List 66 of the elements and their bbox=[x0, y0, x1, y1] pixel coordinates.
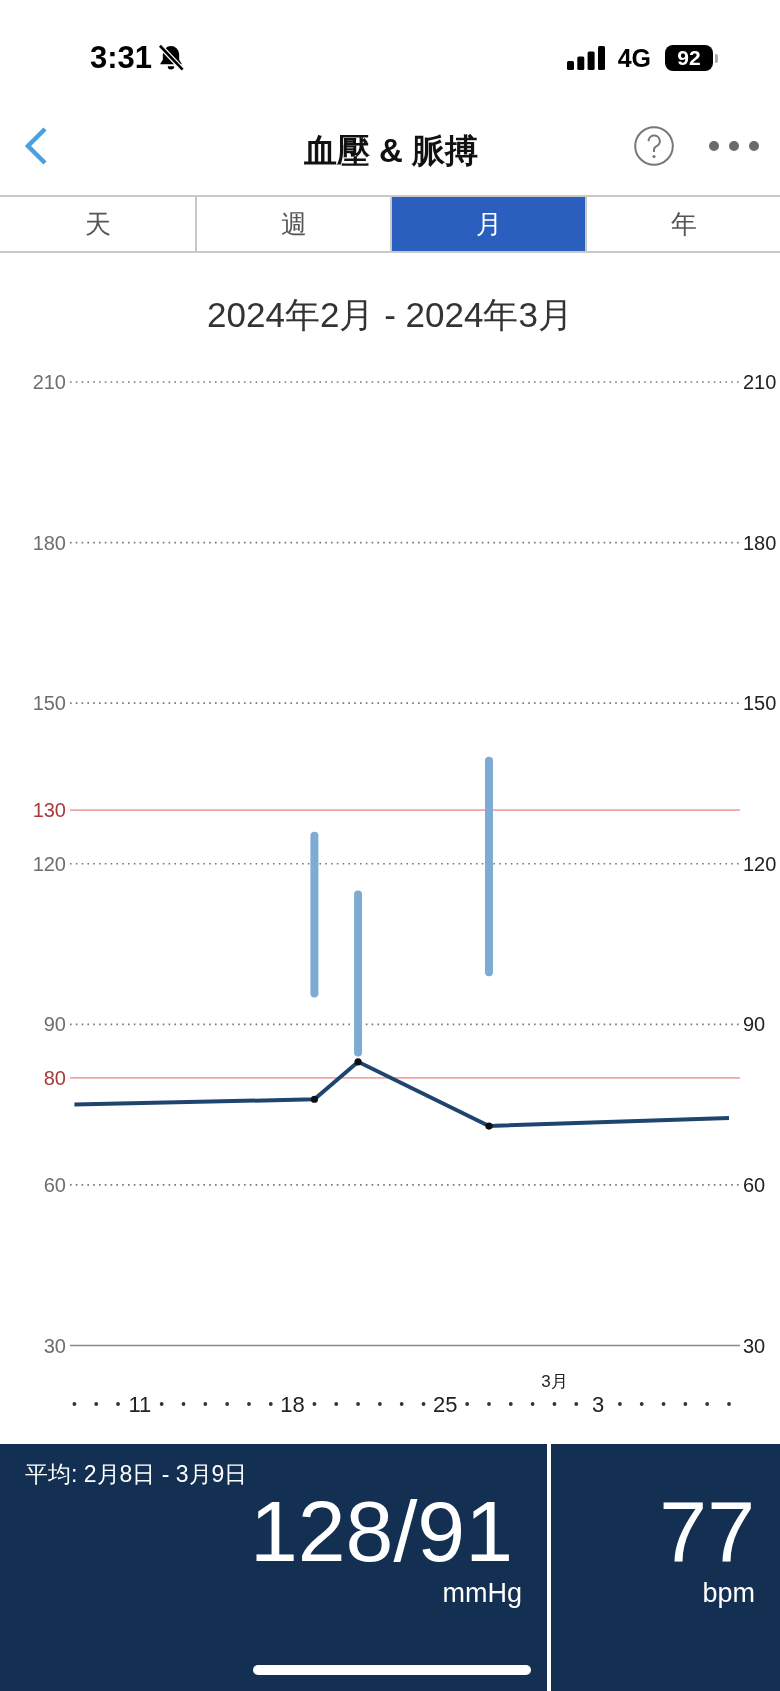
y-axis-label: 120 bbox=[743, 852, 777, 875]
y-axis-label: 120 bbox=[32, 852, 66, 875]
day-tick-icon bbox=[705, 1402, 710, 1406]
y-axis-label: 60 bbox=[43, 1173, 66, 1196]
signal-icon bbox=[566, 46, 605, 70]
y-axis-label: 90 bbox=[743, 1013, 766, 1036]
x-axis-label: 11 bbox=[128, 1392, 152, 1417]
day-tick-icon bbox=[334, 1402, 339, 1406]
day-tick-icon bbox=[639, 1402, 644, 1406]
y-axis-label: 30 bbox=[743, 1334, 766, 1357]
pressure-unit: mmHg bbox=[442, 1578, 522, 1608]
help-icon bbox=[634, 125, 674, 166]
day-tick-icon bbox=[225, 1402, 230, 1406]
day-tick-icon bbox=[683, 1402, 688, 1406]
y-axis-label: 60 bbox=[743, 1173, 766, 1196]
more-icon bbox=[709, 140, 759, 151]
y-axis-label: 210 bbox=[32, 371, 66, 393]
day-tick-icon bbox=[618, 1402, 622, 1406]
day-tick-icon bbox=[487, 1402, 491, 1406]
day-tick-icon bbox=[574, 1402, 579, 1406]
y-axis-label: 210 bbox=[743, 371, 777, 393]
x-axis-label: 3 bbox=[591, 1392, 605, 1417]
y-axis-label: 90 bbox=[43, 1013, 66, 1036]
network-type: 4G bbox=[617, 43, 651, 73]
day-tick-icon bbox=[116, 1402, 120, 1406]
blood-pressure-value: 128/91 bbox=[249, 1488, 513, 1574]
day-tick-icon bbox=[181, 1402, 186, 1406]
threshold-label: 80 bbox=[43, 1066, 66, 1089]
day-tick-icon bbox=[268, 1402, 273, 1406]
day-tick-icon bbox=[159, 1402, 164, 1406]
chevron-left-icon bbox=[24, 125, 48, 166]
day-tick-icon bbox=[465, 1402, 470, 1406]
y-axis-label: 30 bbox=[43, 1334, 66, 1357]
day-tick-icon bbox=[312, 1402, 317, 1406]
date-range-title: 2024年2月 - 2024年3月 bbox=[207, 295, 573, 335]
day-tick-icon bbox=[399, 1402, 404, 1406]
day-tick-icon bbox=[421, 1402, 426, 1406]
average-range-label: 平均: 2月8日 - 3月9日 bbox=[25, 1461, 248, 1487]
day-tick-icon bbox=[356, 1402, 360, 1406]
screen-title: 血壓 & 脈搏 bbox=[303, 130, 479, 171]
y-axis-label: 150 bbox=[32, 692, 66, 715]
day-tick-icon bbox=[530, 1402, 535, 1406]
month-label: 3月 bbox=[541, 1372, 568, 1391]
day-tick-icon bbox=[247, 1402, 251, 1406]
day-tick-icon bbox=[727, 1402, 731, 1406]
day-tick-icon bbox=[552, 1402, 557, 1406]
period-tab[interactable]: 月 bbox=[390, 197, 585, 251]
threshold-label: 130 bbox=[32, 799, 66, 822]
y-axis-label: 180 bbox=[743, 531, 777, 554]
data-point-icon bbox=[310, 1095, 318, 1103]
x-axis-label: 18 bbox=[280, 1392, 305, 1417]
day-tick-icon bbox=[94, 1402, 99, 1406]
day-tick-icon bbox=[203, 1402, 208, 1406]
y-axis-label: 150 bbox=[743, 692, 777, 715]
y-axis-label: 180 bbox=[32, 531, 66, 554]
day-tick-icon bbox=[508, 1402, 513, 1406]
day-tick-icon bbox=[378, 1402, 382, 1406]
data-point-icon bbox=[485, 1122, 493, 1130]
status-time: 3:31 bbox=[90, 40, 153, 76]
day-tick-icon bbox=[661, 1402, 666, 1406]
day-tick-icon bbox=[72, 1402, 77, 1406]
x-axis-label: 25 bbox=[433, 1392, 458, 1417]
pulse-unit: bpm bbox=[702, 1578, 755, 1608]
pulse-value: 77 bbox=[659, 1488, 755, 1574]
data-point-icon bbox=[354, 1058, 362, 1066]
battery-indicator: 92 bbox=[665, 45, 718, 71]
